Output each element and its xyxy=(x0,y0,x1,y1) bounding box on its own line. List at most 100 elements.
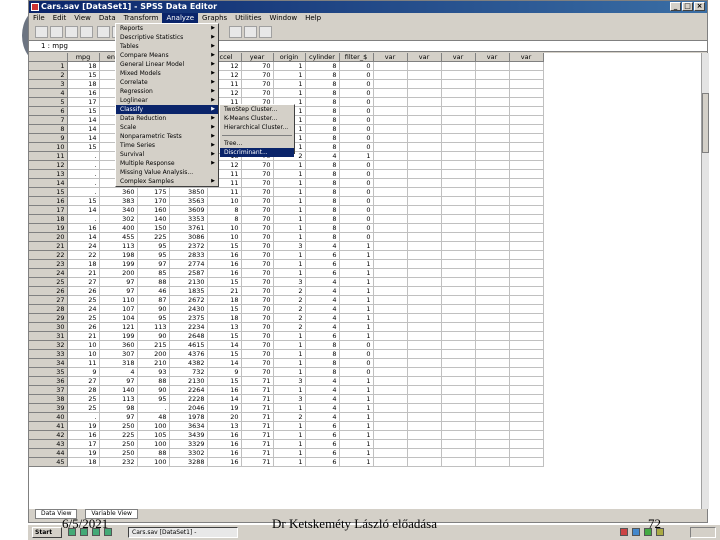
data-cell[interactable]: 1 xyxy=(273,178,306,189)
data-cell[interactable] xyxy=(475,250,510,261)
data-cell[interactable]: 10 xyxy=(207,223,242,234)
data-cell[interactable]: 0 xyxy=(339,358,374,369)
row-number[interactable]: 25 xyxy=(29,277,68,288)
data-cell[interactable]: 70 xyxy=(241,79,274,90)
data-cell[interactable]: 2587 xyxy=(169,268,208,279)
data-cell[interactable]: 0 xyxy=(339,349,374,360)
data-cell[interactable] xyxy=(407,250,442,261)
data-cell[interactable]: 3 xyxy=(273,277,306,288)
data-cell[interactable] xyxy=(373,277,408,288)
data-cell[interactable]: 88 xyxy=(137,448,170,459)
data-cell[interactable]: 70 xyxy=(241,331,274,342)
data-cell[interactable] xyxy=(509,88,544,99)
data-cell[interactable] xyxy=(441,331,476,342)
row-number[interactable]: 4 xyxy=(29,88,68,99)
data-cell[interactable] xyxy=(509,430,544,441)
data-cell[interactable]: 1 xyxy=(273,430,306,441)
row-number[interactable]: 19 xyxy=(29,223,68,234)
data-cell[interactable] xyxy=(509,367,544,378)
data-cell[interactable] xyxy=(373,322,408,333)
data-cell[interactable]: 8 xyxy=(305,214,340,225)
data-cell[interactable] xyxy=(509,448,544,459)
table-row[interactable]: 37 28 140 90 2264 16 71 1 4 1 xyxy=(29,385,544,396)
data-cell[interactable] xyxy=(407,277,442,288)
data-cell[interactable]: 1 xyxy=(339,394,374,405)
data-cell[interactable]: 6 xyxy=(305,421,340,432)
data-cell[interactable] xyxy=(509,169,544,180)
data-cell[interactable] xyxy=(441,295,476,306)
data-cell[interactable] xyxy=(441,286,476,297)
table-row[interactable]: 17 14 340 160 3609 8 70 1 8 0 xyxy=(29,205,544,216)
data-cell[interactable] xyxy=(373,295,408,306)
row-number[interactable]: 12 xyxy=(29,160,68,171)
table-row[interactable]: 19 16 400 150 3761 10 70 1 8 0 xyxy=(29,223,544,234)
data-cell[interactable] xyxy=(407,403,442,414)
data-cell[interactable]: 11 xyxy=(67,358,100,369)
data-cell[interactable] xyxy=(441,394,476,405)
data-cell[interactable]: 70 xyxy=(241,340,274,351)
data-cell[interactable]: 2234 xyxy=(169,322,208,333)
data-cell[interactable]: 25 xyxy=(67,313,100,324)
data-cell[interactable] xyxy=(509,439,544,450)
data-cell[interactable] xyxy=(373,187,408,198)
data-cell[interactable]: 1 xyxy=(273,223,306,234)
data-cell[interactable] xyxy=(441,322,476,333)
submenu-item-discriminant[interactable]: Discriminant... xyxy=(220,148,294,157)
data-cell[interactable]: 360 xyxy=(99,187,138,198)
data-cell[interactable] xyxy=(373,457,408,468)
data-cell[interactable]: 6 xyxy=(305,268,340,279)
data-cell[interactable]: 18 xyxy=(67,259,100,270)
menu-window[interactable]: Window xyxy=(266,13,302,24)
tray-icon[interactable] xyxy=(632,528,640,536)
data-cell[interactable] xyxy=(407,223,442,234)
row-number[interactable]: 34 xyxy=(29,358,68,369)
menu-item-tables[interactable]: Tables ▶ xyxy=(116,42,218,51)
data-cell[interactable]: 1 xyxy=(339,322,374,333)
data-cell[interactable]: 0 xyxy=(339,160,374,171)
data-cell[interactable]: 10 xyxy=(67,340,100,351)
data-cell[interactable] xyxy=(407,358,442,369)
data-cell[interactable] xyxy=(441,259,476,270)
data-cell[interactable]: 8 xyxy=(207,205,242,216)
data-cell[interactable] xyxy=(373,367,408,378)
submenu-item-tree[interactable]: Tree... xyxy=(220,139,294,148)
data-cell[interactable]: 160 xyxy=(137,205,170,216)
table-row[interactable]: 27 25 110 87 2672 18 70 2 4 1 xyxy=(29,295,544,306)
data-cell[interactable]: 8 xyxy=(305,205,340,216)
data-cell[interactable]: 8 xyxy=(305,142,340,153)
data-cell[interactable] xyxy=(407,142,442,153)
menu-item-regression[interactable]: Regression ▶ xyxy=(116,87,218,96)
data-cell[interactable]: 3761 xyxy=(169,223,208,234)
row-number[interactable]: 1 xyxy=(29,61,68,72)
row-number[interactable]: 31 xyxy=(29,331,68,342)
menu-item-complex-samples[interactable]: Complex Samples ▶ xyxy=(116,177,218,186)
data-cell[interactable]: 0 xyxy=(339,97,374,108)
minimize-icon[interactable]: _ xyxy=(670,2,681,11)
data-cell[interactable] xyxy=(441,367,476,378)
data-cell[interactable]: 71 xyxy=(241,439,274,450)
data-cell[interactable]: 71 xyxy=(241,412,274,423)
data-cell[interactable] xyxy=(475,160,510,171)
data-cell[interactable] xyxy=(509,115,544,126)
print-icon[interactable] xyxy=(65,26,78,38)
data-cell[interactable] xyxy=(407,259,442,270)
data-cell[interactable] xyxy=(441,250,476,261)
table-row[interactable]: 33 10 307 200 4376 15 70 1 8 0 xyxy=(29,349,544,360)
data-cell[interactable]: . xyxy=(67,151,100,162)
taskbar-item-spss[interactable]: Cars.sav [DataSet1] - xyxy=(128,527,238,538)
table-row[interactable]: 16 15 383 170 3563 10 70 1 8 0 xyxy=(29,196,544,207)
data-cell[interactable]: 0 xyxy=(339,79,374,90)
data-cell[interactable]: 70 xyxy=(241,259,274,270)
data-cell[interactable]: 1 xyxy=(339,268,374,279)
menu-item-classify[interactable]: Classify ▶ xyxy=(116,105,218,114)
menu-item-correlate[interactable]: Correlate ▶ xyxy=(116,78,218,87)
data-cell[interactable]: 8 xyxy=(207,214,242,225)
data-cell[interactable]: 70 xyxy=(241,304,274,315)
data-cell[interactable]: 14 xyxy=(207,394,242,405)
data-cell[interactable]: 1 xyxy=(273,205,306,216)
submenu-item-twostep-cluster[interactable]: TwoStep Cluster... xyxy=(220,105,294,114)
data-cell[interactable]: 3439 xyxy=(169,430,208,441)
data-cell[interactable]: 0 xyxy=(339,88,374,99)
data-cell[interactable] xyxy=(373,241,408,252)
data-cell[interactable]: 113 xyxy=(99,241,138,252)
